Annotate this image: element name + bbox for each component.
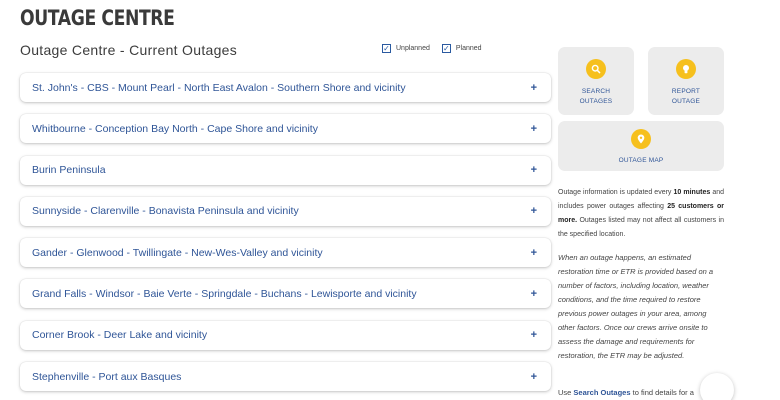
plus-icon[interactable]: + (531, 329, 537, 341)
unplanned-checkbox[interactable]: ✓ (382, 44, 391, 53)
outage-region-label: Sunnyside - Clarenville - Bonavista Peni… (32, 205, 299, 218)
plus-icon[interactable]: + (531, 82, 537, 94)
filter-planned-label: Planned (455, 45, 482, 52)
filter-planned[interactable]: ✓ Planned (441, 44, 482, 53)
planned-checkbox[interactable]: ✓ (441, 44, 451, 53)
plus-icon[interactable]: + (531, 247, 537, 259)
outage-region-sunnyside[interactable]: Sunnyside - Clarenville - Bonavista Peni… (20, 196, 551, 226)
outage-region-grand-falls[interactable]: Grand Falls - Windsor - Baie Verte - Spr… (20, 279, 551, 309)
info-text: Outages listed may not affect all custom… (558, 217, 724, 238)
outage-region-label: Gander - Glenwood - Twillingate - New-We… (32, 246, 323, 259)
outage-region-label: Stephenville - Port aux Basques (32, 370, 182, 383)
outage-region-stephenville[interactable]: Stephenville - Port aux Basques + (20, 362, 551, 392)
outage-region-label: Corner Brook - Deer Lake and vicinity (32, 329, 208, 342)
search-outages-link[interactable]: Search Outages (573, 388, 630, 397)
search-outages-label-line1: SEARCH (581, 88, 611, 95)
plus-icon[interactable]: + (531, 123, 537, 135)
outage-region-whitbourne[interactable]: Whitbourne - Conception Bay North - Cape… (20, 114, 551, 144)
outage-map-label: OUTAGE MAP (618, 157, 664, 164)
outage-map-tile[interactable]: OUTAGE MAP (558, 121, 724, 171)
section-title: Outage Centre - Current Outages (20, 42, 238, 58)
outage-region-gander[interactable]: Gander - Glenwood - Twillingate - New-We… (20, 238, 551, 268)
report-outage-label: REPORT OUTAGE (672, 87, 700, 107)
outage-filters: ✓ Unplanned ✓ Planned (382, 44, 488, 53)
search-outages-label: SEARCH OUTAGES (580, 87, 613, 107)
hint-text: Use (558, 388, 574, 397)
outage-list: St. John's - CBS - Mount Pearl - North E… (20, 73, 551, 400)
plus-icon[interactable]: + (531, 164, 537, 176)
search-outages-label-line2: OUTAGES (579, 98, 613, 105)
outage-region-burin[interactable]: Burin Peninsula + (20, 155, 551, 185)
outage-region-label: Burin Peninsula (32, 164, 106, 177)
plus-icon[interactable]: + (531, 371, 537, 383)
report-outage-tile[interactable]: REPORT OUTAGE (648, 47, 724, 115)
search-outages-tile[interactable]: SEARCH OUTAGES (558, 47, 634, 115)
outage-region-st-johns[interactable]: St. John's - CBS - Mount Pearl - North E… (20, 73, 551, 102)
plus-icon[interactable]: + (531, 205, 537, 217)
info-text: Outage information is updated every (558, 189, 674, 196)
outage-region-label: Grand Falls - Windsor - Baie Verte - Spr… (32, 287, 417, 300)
update-interval: 10 minutes (673, 189, 711, 196)
search-icon (586, 59, 606, 79)
hint-text: to find details for a (630, 388, 694, 397)
filter-unplanned-label: Unplanned (396, 45, 430, 52)
report-outage-label-line2: OUTAGE (671, 98, 701, 105)
bulb-icon (676, 59, 696, 79)
report-outage-label-line1: REPORT (671, 88, 701, 95)
outage-region-label: St. John's - CBS - Mount Pearl - North E… (32, 81, 406, 94)
outage-region-label: Whitbourne - Conception Bay North - Cape… (32, 122, 318, 135)
outage-region-corner-brook[interactable]: Corner Brook - Deer Lake and vicinity + (20, 320, 551, 350)
map-pin-icon (631, 129, 651, 149)
scroll-to-top-button[interactable] (700, 373, 734, 400)
etr-info-text: When an outage happens, an estimated res… (558, 253, 714, 360)
update-info-text: Outage information is updated every 10 m… (558, 186, 724, 242)
page-title: OUTAGE CENTRE (20, 6, 175, 30)
filter-unplanned[interactable]: ✓ Unplanned (382, 44, 430, 53)
plus-icon[interactable]: + (531, 288, 537, 300)
